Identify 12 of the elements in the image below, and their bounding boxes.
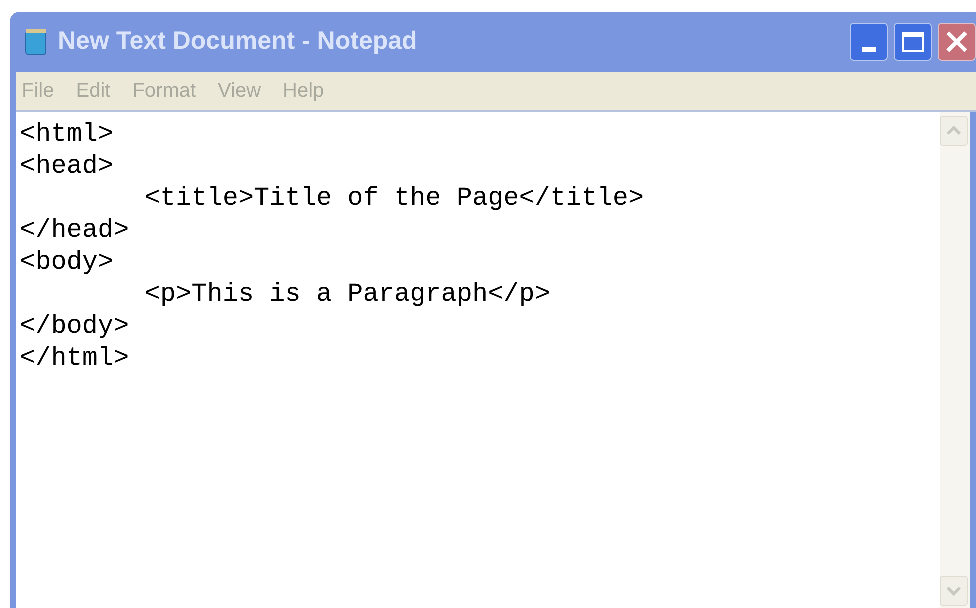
window-title: New Text Document - Notepad — [58, 26, 418, 58]
minimize-button[interactable] — [850, 23, 888, 61]
menu-item[interactable]: File — [22, 76, 54, 106]
close-button[interactable] — [938, 23, 976, 61]
menu-item[interactable]: Format — [132, 76, 196, 106]
close-icon — [945, 30, 969, 54]
chevron-up-icon — [946, 126, 962, 136]
menu-item[interactable]: View — [218, 76, 262, 106]
chevron-down-icon — [946, 586, 962, 596]
menu-item[interactable]: Help — [283, 76, 324, 106]
menu-item[interactable]: Edit — [76, 76, 111, 106]
maximize-button[interactable] — [894, 23, 932, 61]
